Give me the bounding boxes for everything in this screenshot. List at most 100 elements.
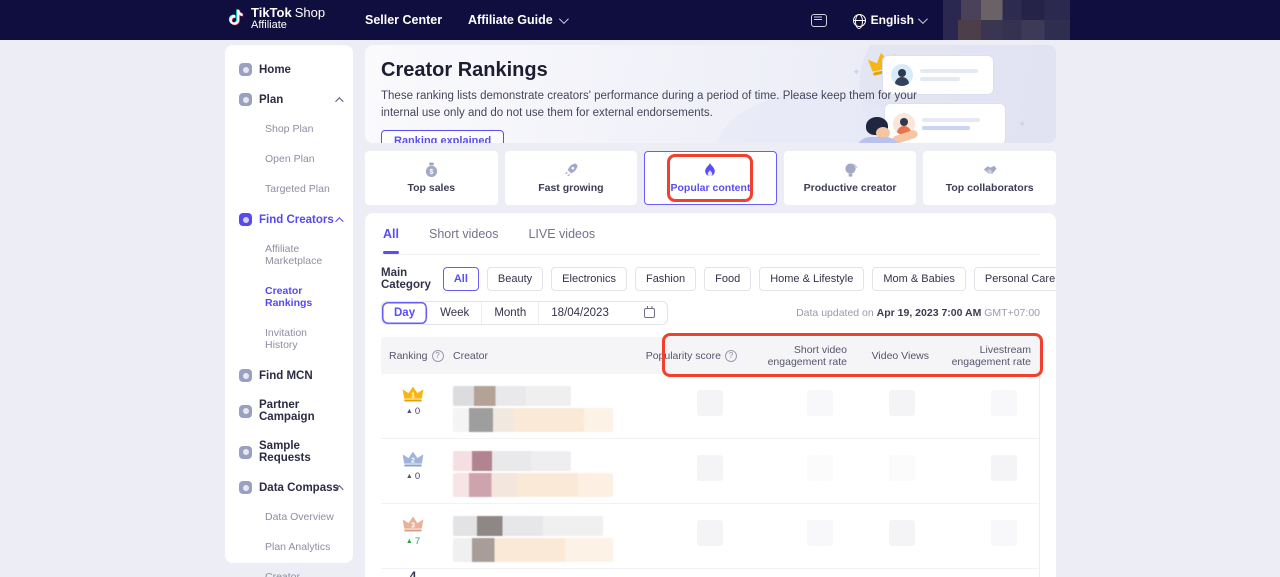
popularity-score-cell-redacted — [635, 374, 745, 416]
livestream-engagement-cell-redacted — [937, 504, 1039, 546]
sidebar-item-plan[interactable]: Plan — [239, 93, 353, 106]
date-value: 18/04/2023 — [551, 307, 609, 319]
tab-live-videos[interactable]: LIVE videos — [528, 227, 595, 254]
sidebar-item-affiliate-marketplace[interactable]: Affiliate Marketplace — [239, 243, 353, 267]
logo-text: TikTok Shop Affiliate — [251, 6, 325, 31]
date-picker-field[interactable]: 18/04/2023 — [539, 302, 667, 324]
card-fast-growing[interactable]: Fast growing — [504, 151, 638, 205]
col-popularity-score: Popularity score? — [635, 349, 745, 362]
category-pill-electronics[interactable]: Electronics — [551, 267, 627, 291]
chevron-down-icon[interactable] — [917, 13, 928, 24]
card-top-sales[interactable]: $ Top sales — [365, 151, 498, 205]
video-views-cell-redacted — [855, 439, 937, 481]
category-pill-home-lifestyle[interactable]: Home & Lifestyle — [759, 267, 865, 291]
logo-tiktok: TikTok — [251, 5, 292, 20]
card-top-collaborators[interactable]: Top collaborators — [923, 151, 1056, 205]
updated-timestamp: Apr 19, 2023 7:00 AM — [876, 307, 982, 319]
rank-number: 1 — [411, 392, 415, 400]
col-label: Video Views — [871, 349, 929, 362]
col-video-views: Video Views — [855, 350, 937, 362]
rank-number: 4 — [409, 569, 417, 577]
sidebar-label: Plan Analytics — [265, 541, 331, 553]
sidebar-item-sample-requests[interactable]: Sample Requests — [239, 440, 353, 464]
category-pill-beauty[interactable]: Beauty — [486, 267, 544, 291]
help-icon[interactable]: ? — [431, 349, 444, 362]
ranking-type-cards: $ Top sales Fast growing Popular content… — [365, 151, 1056, 205]
category-pill-all[interactable]: All — [442, 267, 479, 291]
sidebar-item-creator-rankings[interactable]: Creator Rankings — [239, 285, 353, 309]
card-popular-content[interactable]: Popular content — [644, 151, 777, 205]
table-row[interactable]: 2 ▲ 0 — [381, 439, 1039, 504]
table-row[interactable]: 3 ▲ 7 — [381, 504, 1039, 569]
card-productive-creator[interactable]: Productive creator — [783, 151, 917, 205]
period-day-button[interactable]: Day — [382, 302, 429, 324]
sidebar-item-data-compass[interactable]: Data Compass — [239, 481, 353, 494]
period-week-button[interactable]: Week — [428, 302, 483, 324]
category-pill-food[interactable]: Food — [704, 267, 752, 291]
handshake-icon — [983, 165, 997, 175]
category-pill-personal-care[interactable]: Personal Care & Health — [973, 267, 1056, 291]
chevron-up-icon — [335, 96, 344, 106]
sidebar-item-partner-campaign[interactable]: Partner Campaign — [239, 399, 353, 423]
table-row[interactable]: 4 — [381, 569, 1039, 577]
sidebar-item-find-creators[interactable]: Find Creators — [239, 213, 353, 226]
tiktok-shop-affiliate-logo[interactable]: TikTok Shop Affiliate — [228, 6, 325, 31]
main-content: ✦ ✦ Creator Rankings These ranking lists… — [365, 45, 1056, 577]
rank-change: ▲ 0 — [406, 471, 420, 482]
logo-shop: Shop — [294, 5, 326, 20]
period-month-button[interactable]: Month — [482, 302, 540, 324]
message-icon[interactable] — [810, 13, 827, 27]
card-label: Top sales — [407, 182, 456, 194]
sidebar-item-shop-plan[interactable]: Shop Plan — [239, 123, 353, 135]
rank-change: ▲ 7 — [406, 536, 420, 547]
tab-all[interactable]: All — [383, 227, 399, 254]
user-avatar-redacted[interactable] — [943, 0, 1070, 40]
creator-cell-redacted[interactable] — [445, 374, 635, 432]
rankings-table: Ranking? Creator Popularity score? Short… — [381, 333, 1043, 577]
partner-campaign-icon — [239, 404, 252, 418]
sidebar-item-find-mcn[interactable]: Find MCN — [239, 369, 353, 382]
page-title: Creator Rankings — [381, 59, 548, 81]
tab-short-videos[interactable]: Short videos — [429, 227, 498, 254]
nav-affiliate-guide[interactable]: Affiliate Guide — [468, 0, 569, 40]
table-row[interactable]: 1 ▲ 0 — [381, 374, 1039, 439]
sidebar-label: Data Overview — [265, 511, 334, 523]
navbar-right: English — [810, 0, 1280, 40]
creator-cell-redacted[interactable] — [445, 504, 635, 562]
nav-seller-center[interactable]: Seller Center — [365, 0, 442, 40]
svg-text:$: $ — [429, 169, 433, 176]
table-header: Ranking? Creator Popularity score? Short… — [381, 333, 1043, 377]
sidebar-label: Shop Plan — [265, 123, 314, 135]
plan-icon — [239, 93, 252, 106]
hero-banner: ✦ ✦ Creator Rankings These ranking lists… — [365, 45, 1056, 143]
sidebar-label: Creator Rankings — [265, 285, 313, 309]
sidebar-label: Creator Analytics — [265, 571, 301, 577]
sidebar-item-creator-analytics[interactable]: Creator Analytics — [239, 571, 353, 577]
sidebar-item-targeted-plan[interactable]: Targeted Plan — [239, 183, 353, 195]
sidebar-item-home[interactable]: Home — [239, 63, 353, 76]
rank-change: ▲ 0 — [406, 406, 420, 417]
sidebar-item-plan-analytics[interactable]: Plan Analytics — [239, 541, 353, 553]
sidebar-item-invitation-history[interactable]: Invitation History — [239, 327, 353, 351]
period-filter-row: Day Week Month 18/04/2023 Data updated o… — [381, 301, 1040, 325]
triangle-up-icon: ▲ — [405, 538, 413, 545]
sidebar-item-open-plan[interactable]: Open Plan — [239, 153, 353, 165]
ranking-explained-button[interactable]: Ranking explained — [381, 130, 505, 143]
data-updated-text: Data updated on Apr 19, 2023 7:00 AM GMT… — [796, 307, 1040, 319]
creator-cell-redacted[interactable] — [445, 439, 635, 497]
nav-affiliate-guide-label: Affiliate Guide — [468, 13, 553, 27]
find-creators-icon — [239, 213, 252, 226]
silver-crown-icon: 2 — [402, 451, 424, 467]
sparkle-icon: ✦ — [1018, 119, 1026, 129]
category-pill-fashion[interactable]: Fashion — [634, 267, 697, 291]
sample-requests-icon — [239, 445, 252, 459]
video-views-cell-redacted — [855, 504, 937, 546]
calendar-icon — [644, 306, 656, 318]
sidebar-item-data-overview[interactable]: Data Overview — [239, 511, 353, 523]
help-icon[interactable]: ? — [725, 349, 737, 362]
category-pill-mom-babies[interactable]: Mom & Babies — [872, 267, 966, 291]
col-label: Short video engagement rate — [767, 343, 847, 368]
language-selector[interactable]: English — [871, 13, 914, 27]
card-label: Popular content — [670, 182, 751, 194]
period-segmented-control: Day Week Month 18/04/2023 — [381, 301, 669, 325]
